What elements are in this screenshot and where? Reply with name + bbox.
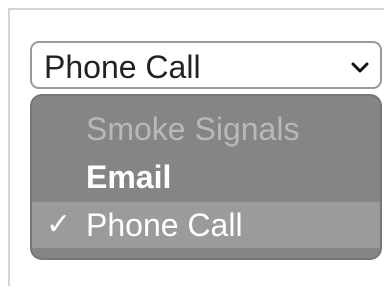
contact-method-select[interactable]: Phone Call	[30, 41, 382, 89]
select-value: Phone Call	[44, 49, 201, 85]
option-label: Smoke Signals	[86, 111, 300, 147]
checkmark-icon: ✓	[46, 208, 72, 241]
chevron-down-icon	[350, 57, 370, 77]
option-phone-call[interactable]: ✓ Phone Call	[32, 202, 380, 248]
option-label: Phone Call	[86, 207, 243, 243]
option-email[interactable]: Email	[32, 154, 380, 200]
option-smoke-signals: Smoke Signals	[32, 106, 380, 152]
dropdown-menu: Smoke Signals Email ✓ Phone Call	[30, 94, 382, 260]
option-label: Email	[86, 159, 172, 195]
